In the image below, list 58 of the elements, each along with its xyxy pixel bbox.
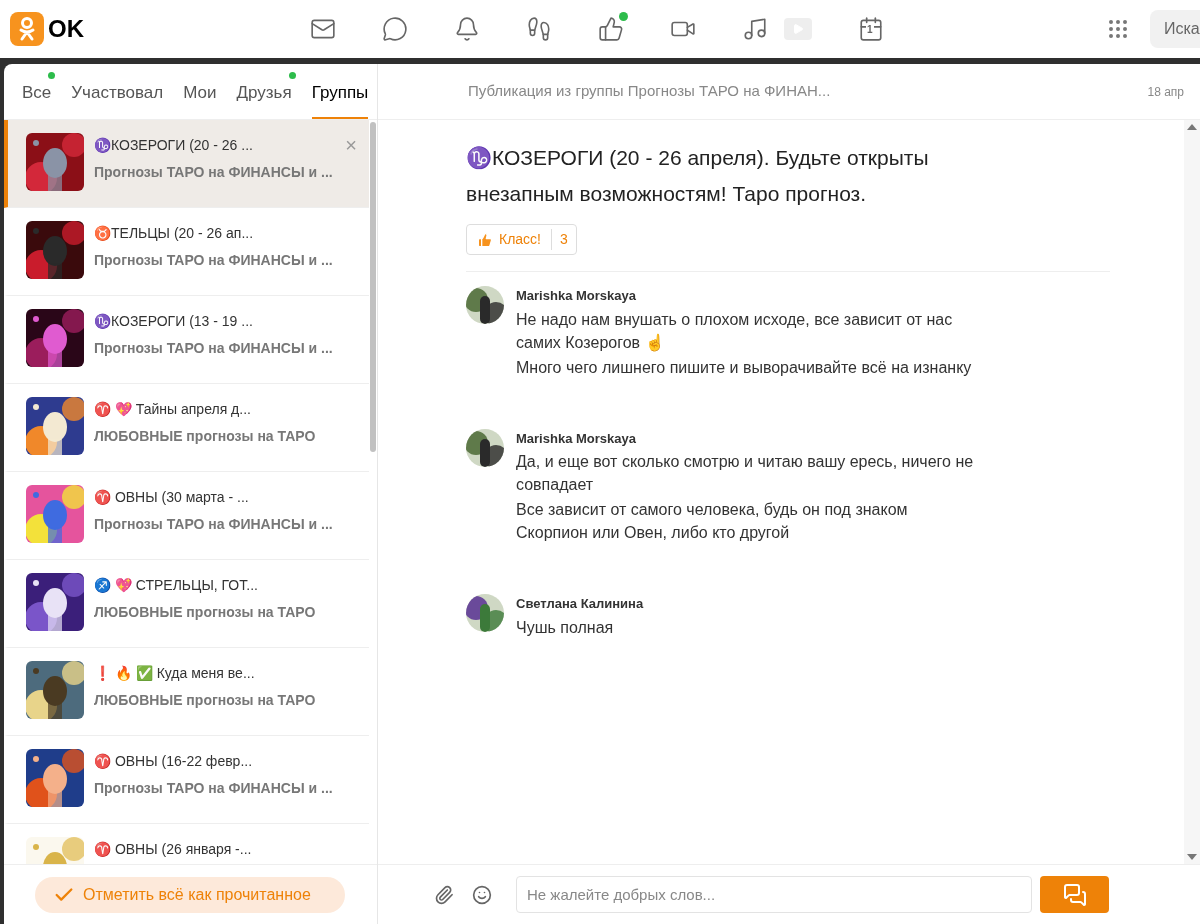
topic-source[interactable]: Публикация из группы Прогнозы ТАРО на ФИНАН...	[468, 80, 831, 103]
comment-text: Чушь полная	[516, 617, 615, 638]
comment-author[interactable]: Marishka Morskaya	[516, 428, 982, 448]
tab[interactable]: Участвовал	[71, 79, 164, 119]
group-name: Прогнозы ТАРО на ФИНАНСЫ и ...	[94, 251, 334, 270]
comment-text: Не надо нам внушать о плохом исходе, все зависит от нас самих Козерогов ☝	[516, 309, 954, 354]
comment-text: Да, и еще вот сколько смотрю и читаю вашу ересь, ничего не совпадает	[516, 452, 975, 495]
discussion-title: ♑КОЗЕРОГИ (13 - 19 ...	[94, 312, 253, 331]
group-name: ЛЮБОВНЫЕ прогнозы на ТАРО	[94, 427, 317, 446]
chat-icon	[1062, 882, 1087, 907]
comment-author[interactable]: Светлана Калинина	[516, 594, 982, 614]
discussion-title: ♈ ОВНЫ (30 марта - ...	[94, 488, 249, 507]
discussion-item[interactable]: ❗ 🔥 ✅ Куда меня ве... ЛЮБОВНЫЕ прогнозы на ТАРО	[4, 648, 369, 736]
search-field[interactable]: Иска	[1150, 10, 1200, 48]
footprints-icon[interactable]	[526, 16, 552, 42]
scrollbar[interactable]	[370, 122, 376, 452]
music-note-icon[interactable]	[742, 16, 768, 42]
discussion-title: ♉ТЕЛЬЦЫ (20 - 26 ап...	[94, 224, 254, 243]
discussion-title: ♈ 💖 Тайны апреля д...	[94, 400, 251, 419]
comment-input[interactable]: Не жалейте добрых слов...	[516, 876, 1032, 913]
attach-icon[interactable]	[434, 884, 454, 905]
logo-text: OK	[48, 14, 84, 44]
thumbs-up-icon	[477, 231, 493, 248]
group-name: Прогнозы ТАРО на ФИНАНСЫ и ...	[94, 163, 334, 182]
comment-text: Много чего лишнего пишите и выворачивайте всё на изнанку	[516, 357, 973, 378]
discussion-title: ❗ 🔥 ✅ Куда меня ве...	[94, 664, 255, 683]
discussion-title: ♈ ОВНЫ (26 января -...	[94, 840, 252, 859]
scroll-down-icon[interactable]	[1187, 854, 1197, 860]
discussion-item[interactable]: ♉ТЕЛЬЦЫ (20 - 26 ап... Прогнозы ТАРО на ФИНАНСЫ и ...	[4, 208, 369, 296]
discussion-item[interactable]: ♈ ОВНЫ (16-22 февр... Прогнозы ТАРО на ФИНАНСЫ и ...	[4, 736, 369, 824]
topic-date: 18 апр	[1147, 83, 1184, 101]
group-name: Прогнозы ТАРО на ФИНАНСЫ и ...	[94, 515, 334, 534]
discussion-item[interactable]: ♑КОЗЕРОГИ (13 - 19 ... Прогнозы ТАРО на ФИНАНСЫ и ...	[4, 296, 369, 384]
calendar-day: 1	[866, 25, 874, 35]
discussion-item[interactable]: ♈ ОВНЫ (30 марта - ... Прогнозы ТАРО на ФИНАНСЫ и ...	[4, 472, 369, 560]
comment-text: Все зависит от самого человека, будь он под знаком Скорпион или Овен, либо кто другой	[516, 500, 909, 543]
comment-author[interactable]: Marishka Morskaya	[516, 286, 982, 306]
discussion-title: ♐ 💖 СТРЕЛЬЦЫ, ГОТ...	[94, 576, 258, 595]
group-name: ЛЮБОВНЫЕ прогнозы на ТАРО	[94, 691, 317, 710]
group-name: ЛЮБОВНЫЕ прогнозы на ТАРО	[94, 603, 317, 622]
group-name: Прогнозы ТАРО на ФИНАНСЫ и ...	[94, 779, 334, 798]
discussion-title: ♈ ОВНЫ (16-22 февр...	[94, 752, 253, 771]
apps-grid-icon[interactable]	[1106, 17, 1130, 41]
discussion-item[interactable]: ♑КОЗЕРОГИ (20 - 26 ... × Прогнозы ТАРО на ФИНАНСЫ и ...	[4, 120, 369, 208]
scroll-up-icon[interactable]	[1187, 124, 1197, 130]
discussion-item[interactable]: ♐ 💖 СТРЕЛЬЦЫ, ГОТ... ЛЮБОВНЫЕ прогнозы на ТАРО	[4, 560, 369, 648]
emoji-icon[interactable]	[472, 884, 492, 905]
tab[interactable]: Друзья	[236, 79, 292, 119]
chat-icon[interactable]	[382, 16, 408, 42]
post-title: ♑КОЗЕРОГИ (20 - 26 апреля). Будьте открыты внезапным возможностям! Таро прогноз.	[466, 145, 930, 207]
discussion-title: ♑КОЗЕРОГИ (20 - 26 ...	[94, 136, 253, 155]
bell-icon[interactable]	[454, 16, 480, 42]
calendar-icon[interactable]: 1	[858, 16, 884, 42]
group-name: Прогнозы ТАРО на ФИНАНСЫ и ...	[94, 339, 334, 358]
send-button[interactable]	[1040, 876, 1109, 913]
tab[interactable]: Мои	[183, 79, 217, 119]
discussion-item[interactable]: ♈ 💖 Тайны апреля д... ЛЮБОВНЫЕ прогнозы на ТАРО	[4, 384, 369, 472]
tab[interactable]: Все	[22, 79, 52, 119]
